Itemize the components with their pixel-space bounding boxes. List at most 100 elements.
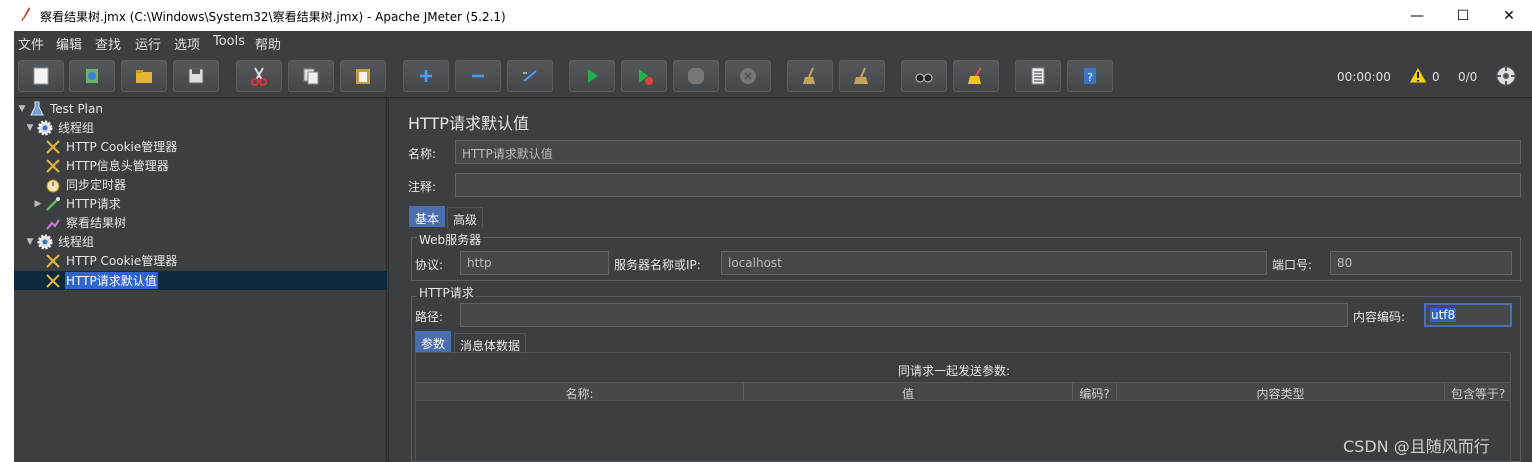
window-title: 察看结果树.jmx (C:\Windows\System32\察看结果树.jmx… (40, 10, 506, 24)
column-encode[interactable]: 编码? (1073, 385, 1116, 402)
menu-options[interactable]: 选项 (174, 34, 200, 53)
collapse-button[interactable] (455, 60, 501, 92)
expand-button[interactable] (403, 60, 449, 92)
maximize-button[interactable]: ☐ (1440, 0, 1486, 31)
minimize-button[interactable]: — (1394, 0, 1440, 31)
tree-node-thread-group-2[interactable]: ▼ 线程组 (24, 232, 95, 251)
column-name[interactable]: 名称: (416, 385, 743, 402)
tab-advanced[interactable]: 高级 (447, 207, 484, 228)
menu-file[interactable]: 文件 (18, 34, 44, 53)
menu-run[interactable]: 运行 (135, 34, 161, 53)
tree-node-cookie-manager[interactable]: HTTP Cookie管理器 (44, 137, 178, 156)
search-button[interactable] (901, 60, 947, 92)
parameters-table-header: 名称: 值 编码? 内容类型 包含等于? (415, 382, 1511, 401)
menu-help[interactable]: 帮助 (255, 34, 281, 53)
web-server-group-title: Web服务器 (417, 231, 484, 248)
collapse-toggle-icon[interactable]: ▼ (16, 104, 28, 114)
path-label: 路径: (415, 310, 444, 324)
clear-button[interactable] (787, 60, 833, 92)
comment-label: 注释: (408, 180, 437, 194)
new-button[interactable] (18, 60, 64, 92)
background-window-strip (0, 31, 14, 462)
tree-node-http-defaults[interactable]: HTTP请求默认值 (44, 271, 158, 290)
templates-button[interactable] (69, 60, 115, 92)
expand-toggle-icon[interactable]: ▶ (32, 199, 44, 209)
tree-node-view-results-tree[interactable]: 察看结果树 (44, 213, 127, 232)
folder-icon (136, 70, 152, 83)
tree-node-label: HTTP Cookie管理器 (66, 140, 178, 154)
column-include-equals[interactable]: 包含等于? (1445, 385, 1511, 402)
encoding-field[interactable]: utf8 (1424, 303, 1512, 327)
start-no-pauses-button[interactable] (621, 60, 667, 92)
copy-button[interactable] (288, 60, 334, 92)
tree-node-label: HTTP信息头管理器 (66, 159, 169, 173)
warning-count: 0 (1432, 70, 1440, 84)
svg-text:?: ? (1087, 71, 1093, 84)
tree-node-sync-timer[interactable]: 同步定时器 (44, 175, 127, 194)
server-field[interactable]: localhost (721, 251, 1267, 275)
wrench-icon (44, 138, 62, 156)
floppy-icon (188, 68, 204, 84)
list-icon (1031, 67, 1045, 85)
server-label: 服务器名称或IP: (614, 258, 701, 272)
collapse-toggle-icon[interactable]: ▼ (24, 123, 36, 133)
warning-icon[interactable] (1408, 66, 1428, 84)
shutdown-icon (740, 68, 756, 84)
stop-button[interactable] (673, 60, 719, 92)
tree-node-thread-group[interactable]: ▼ 线程组 (24, 118, 95, 137)
wrench-icon (44, 157, 62, 175)
tree-node-label: HTTP Cookie管理器 (66, 254, 178, 268)
chart-icon (44, 214, 62, 232)
tree-node-label: 同步定时器 (66, 178, 127, 192)
tab-body-data[interactable]: 消息体数据 (454, 333, 527, 354)
scissors-icon (251, 67, 267, 86)
tree-node-label: HTTP请求 (66, 197, 121, 211)
cut-button[interactable] (236, 60, 282, 92)
gear-icon (36, 119, 54, 137)
help-button[interactable]: ? (1067, 60, 1113, 92)
port-label: 端口号: (1272, 258, 1313, 272)
toolbar: ? 00:00:00 0 0/0 (14, 53, 1532, 98)
collapse-toggle-icon[interactable]: ▼ (24, 237, 36, 247)
tree-node-cookie-manager-2[interactable]: HTTP Cookie管理器 (44, 251, 178, 270)
shutdown-button[interactable] (725, 60, 771, 92)
menu-edit[interactable]: 编辑 (56, 34, 82, 53)
function-helper-button[interactable] (1015, 60, 1061, 92)
broom-icon (854, 67, 868, 84)
menu-tools[interactable]: Tools (213, 34, 245, 49)
menu-search[interactable]: 查找 (95, 34, 121, 53)
paste-button[interactable] (340, 60, 386, 92)
test-plan-tree: ▼ Test Plan ▼ 线程组 HTTP Cookie管理器 HTTP信息头… (14, 98, 387, 462)
tree-node-header-manager[interactable]: HTTP信息头管理器 (44, 156, 170, 175)
protocol-field[interactable]: http (460, 251, 609, 275)
remote-status-icon (1496, 66, 1516, 86)
new-file-icon (33, 67, 49, 85)
tree-node-http-request[interactable]: ▶ HTTP请求 (32, 194, 122, 213)
tab-basic[interactable]: 基本 (409, 206, 446, 227)
column-content-type[interactable]: 内容类型 (1117, 385, 1444, 402)
comment-field[interactable] (455, 173, 1521, 197)
reset-search-button[interactable] (953, 60, 999, 92)
pipette-icon (44, 195, 62, 213)
copy-icon (303, 68, 319, 85)
menu-bar: 文件 编辑 查找 运行 选项 Tools 帮助 (14, 31, 1532, 53)
start-button[interactable] (569, 60, 615, 92)
name-field[interactable]: HTTP请求默认值 (455, 140, 1521, 164)
split-pane-divider[interactable] (388, 98, 397, 462)
close-button[interactable]: ✕ (1486, 0, 1532, 31)
clear-all-button[interactable] (839, 60, 885, 92)
jmeter-feather-icon (21, 7, 30, 22)
save-button[interactable] (173, 60, 219, 92)
wrench-icon (44, 252, 62, 270)
play-icon (588, 69, 598, 83)
toggle-button[interactable] (507, 60, 553, 92)
tree-node-test-plan[interactable]: ▼ Test Plan (16, 99, 104, 118)
name-label: 名称: (408, 147, 437, 161)
tab-parameters[interactable]: 参数 (415, 331, 452, 352)
gear-icon (36, 233, 54, 251)
path-field[interactable] (460, 303, 1348, 327)
watermark: CSDN @且随风而行 (1343, 437, 1490, 456)
column-value[interactable]: 值 (744, 385, 1072, 402)
open-button[interactable] (121, 60, 167, 92)
port-field[interactable]: 80 (1330, 251, 1512, 275)
